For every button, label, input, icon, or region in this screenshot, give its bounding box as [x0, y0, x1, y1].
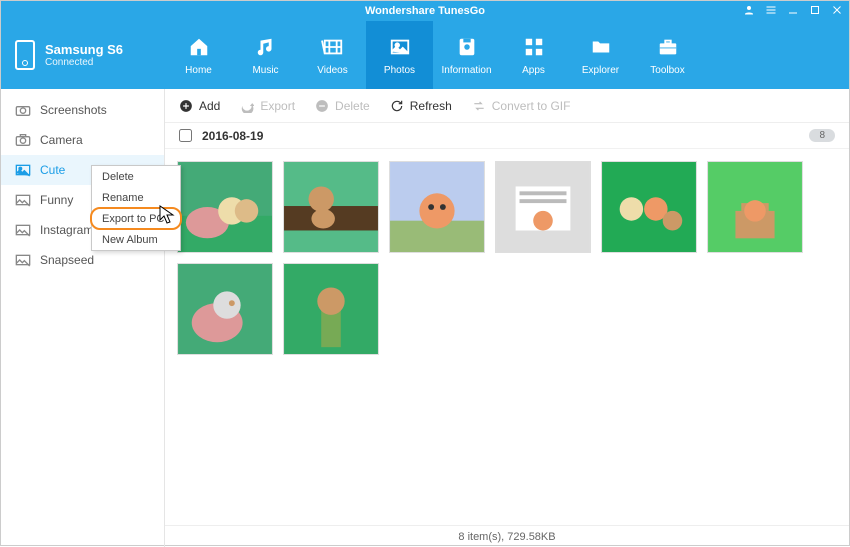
group-header: 2016-08-19 8: [165, 123, 849, 149]
convert-button[interactable]: Convert to GIF: [472, 99, 571, 113]
maximize-button[interactable]: [809, 4, 821, 19]
sidebar-item-camera[interactable]: Camera: [1, 125, 164, 155]
toolbar: Add Export Delete Refresh Convert to GIF: [165, 89, 849, 123]
tab-label: Information: [441, 65, 491, 76]
explorer-icon: [588, 35, 614, 59]
sidebar: Screenshots Camera Cute Funny Instagram …: [1, 89, 165, 547]
window-controls: [743, 1, 843, 21]
tab-label: Toolbox: [650, 65, 684, 76]
export-icon: [240, 99, 254, 113]
header: Samsung S6 Connected Home Music Videos P…: [1, 21, 849, 89]
refresh-icon: [390, 99, 404, 113]
tab-label: Music: [252, 65, 278, 76]
image-icon: [15, 253, 31, 267]
tab-home[interactable]: Home: [165, 21, 232, 89]
toolbox-icon: [655, 35, 681, 59]
delete-button[interactable]: Delete: [315, 99, 370, 113]
select-all-checkbox[interactable]: [179, 129, 192, 142]
sidebar-item-label: Funny: [40, 193, 73, 207]
photo-thumb[interactable]: [177, 161, 273, 253]
group-count: 8: [809, 129, 835, 142]
image-icon: [15, 163, 31, 177]
sidebar-item-label: Camera: [40, 133, 83, 147]
ctx-new-album[interactable]: New Album: [92, 229, 180, 250]
tab-videos[interactable]: Videos: [299, 21, 366, 89]
tab-label: Home: [185, 65, 212, 76]
refresh-button[interactable]: Refresh: [390, 99, 452, 113]
device-name: Samsung S6: [45, 42, 123, 57]
sidebar-item-label: Instagram: [40, 223, 93, 237]
sidebar-item-label: Snapseed: [40, 253, 94, 267]
toolbar-label: Add: [199, 99, 220, 113]
videos-icon: [320, 35, 346, 59]
ctx-label: Export to PC: [102, 213, 164, 225]
app-title: Wondershare TunesGo: [365, 5, 485, 17]
tab-label: Explorer: [582, 65, 619, 76]
photos-icon: [387, 35, 413, 59]
toolbar-label: Export: [260, 99, 295, 113]
cursor-icon: [159, 205, 175, 230]
ctx-label: Rename: [102, 192, 144, 204]
ctx-label: New Album: [102, 234, 158, 246]
camera-icon: [15, 103, 31, 117]
user-icon[interactable]: [743, 4, 755, 19]
ctx-label: Delete: [102, 171, 134, 183]
statusbar: 8 item(s), 729.58KB: [165, 525, 849, 547]
toolbar-label: Delete: [335, 99, 370, 113]
information-icon: [454, 35, 480, 59]
camera-icon: [15, 133, 31, 147]
toolbar-label: Refresh: [410, 99, 452, 113]
device-status: Connected: [45, 57, 123, 68]
photo-thumb[interactable]: [283, 161, 379, 253]
export-button[interactable]: Export: [240, 99, 295, 113]
tab-photos[interactable]: Photos: [366, 21, 433, 89]
menu-icon[interactable]: [765, 4, 777, 19]
main-tabs: Home Music Videos Photos Information App…: [165, 21, 849, 89]
tab-music[interactable]: Music: [232, 21, 299, 89]
convert-icon: [472, 99, 486, 113]
tab-toolbox[interactable]: Toolbox: [634, 21, 701, 89]
image-icon: [15, 193, 31, 207]
home-icon: [186, 35, 212, 59]
tab-label: Apps: [522, 65, 545, 76]
music-icon: [253, 35, 279, 59]
tab-apps[interactable]: Apps: [500, 21, 567, 89]
close-button[interactable]: [831, 4, 843, 19]
add-button[interactable]: Add: [179, 99, 220, 113]
body: Screenshots Camera Cute Funny Instagram …: [1, 89, 849, 547]
image-icon: [15, 223, 31, 237]
status-text: 8 item(s), 729.58KB: [458, 531, 555, 543]
tab-label: Photos: [384, 65, 415, 76]
device-panel[interactable]: Samsung S6 Connected: [1, 21, 165, 89]
apps-icon: [521, 35, 547, 59]
tab-explorer[interactable]: Explorer: [567, 21, 634, 89]
phone-icon: [15, 40, 35, 70]
sidebar-item-screenshots[interactable]: Screenshots: [1, 95, 164, 125]
toolbar-label: Convert to GIF: [492, 99, 571, 113]
group-title: 2016-08-19: [202, 129, 263, 143]
sidebar-item-label: Screenshots: [40, 103, 107, 117]
content: Add Export Delete Refresh Convert to GIF…: [165, 89, 849, 547]
photo-thumb[interactable]: [707, 161, 803, 253]
photo-thumb[interactable]: [283, 263, 379, 355]
photo-thumb[interactable]: [495, 161, 591, 253]
delete-icon: [315, 99, 329, 113]
plus-icon: [179, 99, 193, 113]
sidebar-item-label: Cute: [40, 163, 65, 177]
minimize-button[interactable]: [787, 4, 799, 19]
ctx-delete[interactable]: Delete: [92, 166, 180, 187]
photo-thumb[interactable]: [601, 161, 697, 253]
tab-information[interactable]: Information: [433, 21, 500, 89]
photo-grid: [165, 149, 849, 525]
titlebar: Wondershare TunesGo: [1, 1, 849, 21]
photo-thumb[interactable]: [177, 263, 273, 355]
tab-label: Videos: [317, 65, 347, 76]
photo-thumb[interactable]: [389, 161, 485, 253]
device-text: Samsung S6 Connected: [45, 42, 123, 68]
